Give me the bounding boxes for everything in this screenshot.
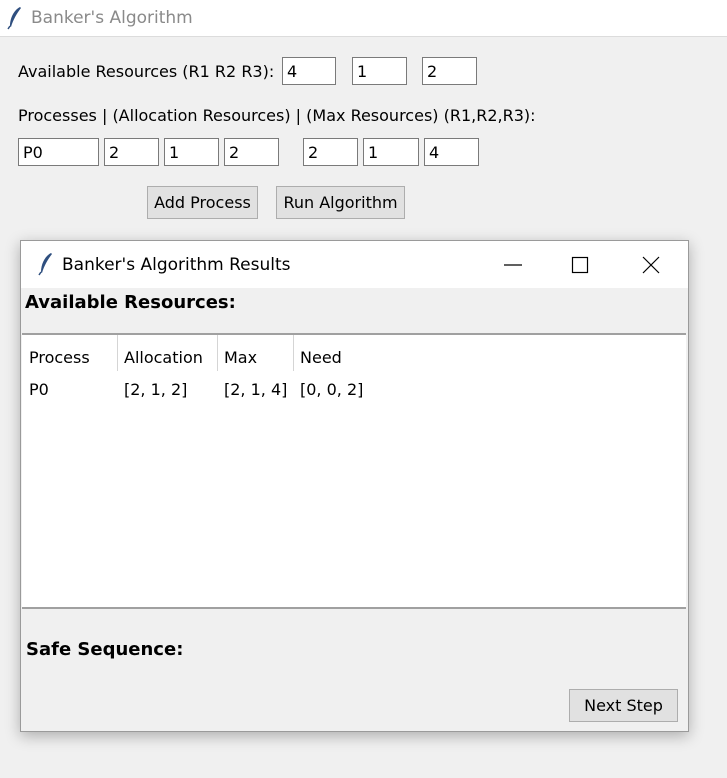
processes-label: Processes | (Allocation Resources) | (Ma…: [18, 106, 536, 125]
allocation-r1-input[interactable]: [104, 138, 159, 166]
max-r3-input[interactable]: [424, 138, 479, 166]
available-r2-input[interactable]: [352, 57, 407, 85]
column-header-allocation[interactable]: Allocation: [124, 345, 203, 371]
available-resources-label: Available Resources (R1 R2 R3):: [18, 62, 275, 81]
add-process-button[interactable]: Add Process: [147, 186, 258, 219]
table-row-max[interactable]: [2, 1, 4]: [224, 378, 287, 402]
max-r1-input[interactable]: [303, 138, 358, 166]
main-title-bar: Banker's Algorithm: [0, 0, 727, 37]
column-header-process[interactable]: Process: [29, 345, 90, 371]
available-r1-input[interactable]: [282, 57, 336, 85]
column-separator: [293, 335, 294, 371]
allocation-r3-input[interactable]: [224, 138, 279, 166]
process-name-input[interactable]: [18, 138, 99, 166]
results-title-bar: Banker's Algorithm Results: [21, 241, 688, 288]
table-row-process[interactable]: P0: [29, 378, 49, 402]
maximize-icon[interactable]: [567, 252, 593, 278]
feather-icon: [7, 7, 21, 30]
close-icon[interactable]: [638, 252, 664, 278]
column-header-need[interactable]: Need: [300, 345, 342, 371]
next-step-button[interactable]: Next Step: [569, 689, 678, 722]
table-row-need[interactable]: [0, 0, 2]: [300, 378, 363, 402]
column-header-max[interactable]: Max: [224, 345, 257, 371]
results-table: Process Allocation Max Need P0 [2, 1, 2]…: [22, 333, 686, 609]
window-title: Banker's Algorithm: [31, 8, 193, 28]
available-resources-heading: Available Resources:: [25, 292, 236, 313]
results-dialog: Banker's Algorithm Results Available Res…: [20, 240, 689, 732]
column-separator: [117, 335, 118, 371]
column-separator: [217, 335, 218, 371]
minimize-icon[interactable]: [500, 252, 526, 278]
run-algorithm-button[interactable]: Run Algorithm: [276, 186, 405, 219]
max-r2-input[interactable]: [363, 138, 419, 166]
feather-icon: [38, 253, 52, 276]
available-r3-input[interactable]: [422, 57, 477, 85]
safe-sequence-label: Safe Sequence:: [26, 639, 184, 660]
allocation-r2-input[interactable]: [164, 138, 219, 166]
results-title: Banker's Algorithm Results: [62, 255, 291, 275]
table-row-allocation[interactable]: [2, 1, 2]: [124, 378, 187, 402]
